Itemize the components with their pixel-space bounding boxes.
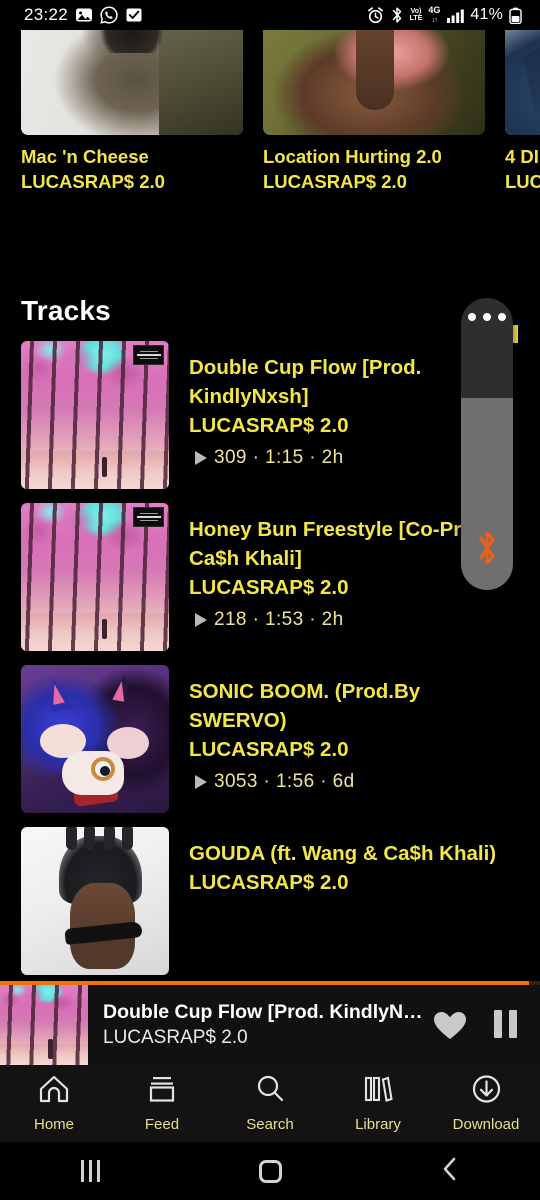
track-stats: 218 · 1:53 · 2h	[195, 609, 519, 631]
android-navigation-bar[interactable]	[0, 1142, 540, 1200]
recents-icon	[80, 1160, 100, 1182]
whatsapp-icon	[100, 6, 118, 24]
more-dots-icon	[498, 313, 506, 321]
network-4g-icon: 4G ↓↑	[428, 5, 441, 25]
album-art-thumbnail[interactable]	[21, 30, 243, 135]
image-icon	[75, 6, 93, 24]
now-playing-bar[interactable]: Double Cup Flow [Prod. KindlyN… LUCASRAP…	[0, 981, 540, 1065]
carousel-card-artist: LUCASRAP$ 2.0	[21, 171, 165, 192]
more-dots-icon	[483, 313, 491, 321]
carousel-card-artist: LUC	[505, 171, 540, 192]
explicit-badge-icon	[133, 507, 164, 527]
overlay-body[interactable]	[461, 398, 513, 590]
album-carousel[interactable]: Mac 'n Cheese LUCASRAP$ 2.0 Location Hur…	[0, 30, 540, 260]
explicit-badge-icon	[133, 345, 164, 365]
album-art-thumbnail[interactable]	[263, 30, 485, 135]
library-icon	[362, 1074, 394, 1109]
carousel-card-title: 4 DI	[505, 146, 539, 167]
heart-icon[interactable]	[433, 1011, 467, 1046]
tab-label: Home	[33, 1116, 74, 1133]
tab-label: Feed	[144, 1116, 180, 1133]
scroll-content[interactable]: Mac 'n Cheese LUCASRAP$ 2.0 Location Hur…	[0, 30, 540, 975]
carousel-card[interactable]: 4 DI LUC	[505, 30, 540, 195]
play-count-icon	[195, 451, 207, 465]
carousel-card-title: Location Hurting 2.0	[263, 146, 442, 167]
back-chevron-icon	[439, 1155, 461, 1188]
tab-label: Search	[246, 1116, 294, 1133]
tab-home[interactable]: Home	[0, 1074, 108, 1133]
recents-button[interactable]	[0, 1160, 180, 1182]
track-row[interactable]: SONIC BOOM. (Prod.By SWERVO) LUCASRAP$ 2…	[0, 651, 540, 813]
carousel-card[interactable]: Location Hurting 2.0 LUCASRAP$ 2.0	[263, 30, 485, 195]
bluetooth-icon[interactable]	[472, 529, 502, 572]
bottom-tab-bar[interactable]: Home Feed Search Library Download	[0, 1065, 540, 1142]
tab-feed[interactable]: Feed	[108, 1074, 216, 1133]
album-art-thumbnail[interactable]	[21, 341, 169, 489]
track-stats: 3053 · 1:56 · 6d	[195, 771, 519, 793]
track-artist: LUCASRAP$ 2.0	[189, 738, 349, 761]
album-art-thumbnail[interactable]	[21, 827, 169, 975]
play-count-icon	[195, 613, 207, 627]
tab-library[interactable]: Library	[324, 1074, 432, 1133]
section-heading-tracks: Tracks	[21, 295, 111, 326]
pause-icon[interactable]	[494, 1010, 517, 1038]
bluetooth-icon	[390, 6, 404, 24]
album-art-thumbnail[interactable]	[505, 30, 540, 135]
app-screen: Mac 'n Cheese LUCASRAP$ 2.0 Location Hur…	[0, 0, 540, 1200]
track-row[interactable]: GOUDA (ft. Wang & Ca$h Khali) LUCASRAP$ …	[0, 813, 540, 975]
track-title: GOUDA (ft. Wang & Ca$h Khali)	[189, 842, 497, 865]
track-stats-text: 3053 · 1:56 · 6d	[214, 771, 355, 792]
floating-bluetooth-overlay[interactable]	[461, 298, 513, 590]
tab-label: Library	[355, 1116, 401, 1133]
back-button[interactable]	[360, 1155, 540, 1188]
obscured-text-sliver	[513, 325, 518, 343]
signal-bars-icon	[446, 7, 465, 23]
now-playing-text: Double Cup Flow [Prod. KindlyN… LUCASRAP…	[103, 1000, 423, 1051]
carousel-card-title: Mac 'n Cheese	[21, 146, 149, 167]
status-time: 23:22	[24, 5, 69, 24]
album-art-thumbnail[interactable]	[21, 503, 169, 651]
more-dots-icon	[468, 313, 476, 321]
carousel-card[interactable]: Mac 'n Cheese LUCASRAP$ 2.0	[21, 30, 243, 195]
alarm-icon	[367, 6, 384, 24]
track-stats-text: 309 · 1:15 · 2h	[214, 447, 344, 468]
play-count-icon	[195, 775, 207, 789]
battery-percent: 41%	[470, 6, 503, 23]
track-row[interactable]: Double Cup Flow [Prod. KindlyNxsh] LUCAS…	[0, 327, 540, 489]
carousel-card-artist: LUCASRAP$ 2.0	[263, 171, 407, 192]
tab-download[interactable]: Download	[432, 1074, 540, 1133]
checkbox-icon	[125, 6, 143, 24]
feed-icon	[147, 1074, 177, 1109]
album-art-thumbnail[interactable]	[21, 665, 169, 813]
home-square-icon	[258, 1159, 282, 1183]
track-stats-text: 218 · 1:53 · 2h	[214, 609, 344, 630]
now-playing-title: Double Cup Flow [Prod. KindlyN…	[103, 1001, 423, 1023]
tab-search[interactable]: Search	[216, 1074, 324, 1133]
track-row[interactable]: Honey Bun Freestyle [Co-Prod. Ca$h Khali…	[0, 489, 540, 651]
tab-label: Download	[452, 1116, 520, 1133]
battery-icon	[509, 7, 522, 24]
download-icon	[471, 1074, 502, 1109]
now-playing-artwork[interactable]	[0, 985, 88, 1065]
home-icon	[38, 1074, 70, 1109]
now-playing-artist: LUCASRAP$ 2.0	[103, 1027, 248, 1048]
search-icon	[255, 1074, 286, 1109]
status-bar: 23:22 Vo) LTE 4G ↓↑ 41%	[0, 0, 540, 30]
track-artist: LUCASRAP$ 2.0	[189, 871, 349, 894]
home-button[interactable]	[180, 1159, 360, 1183]
volte-icon: Vo) LTE	[409, 7, 423, 23]
overlay-menu-button[interactable]	[461, 298, 513, 398]
track-title: SONIC BOOM. (Prod.By SWERVO)	[189, 680, 421, 732]
